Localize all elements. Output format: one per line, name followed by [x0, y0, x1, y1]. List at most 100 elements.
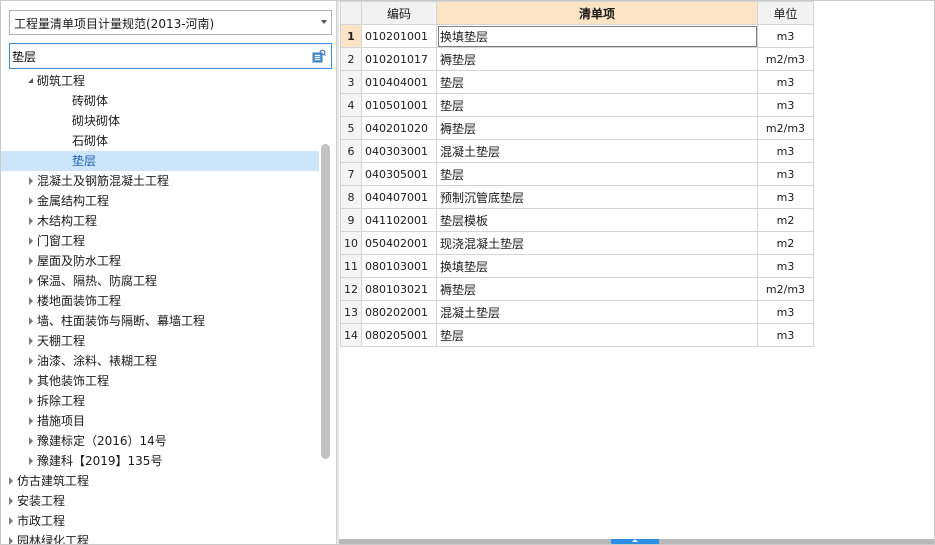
table-row[interactable]: 11 080103001 换填垫层 m3	[340, 254, 814, 278]
item-name-cell[interactable]: 垫层	[436, 70, 758, 94]
unit-cell[interactable]: m3	[757, 300, 814, 324]
expand-arrow-icon[interactable]	[27, 231, 37, 251]
expand-arrow-icon[interactable]	[27, 251, 37, 271]
item-name-cell[interactable]: 预制沉管底垫层	[436, 185, 758, 209]
tree-node[interactable]: 油漆、涂料、裱糊工程	[1, 351, 319, 371]
expand-arrow-icon[interactable]	[27, 431, 37, 451]
tree-node[interactable]: 金属结构工程	[1, 191, 319, 211]
tree-node[interactable]: 市政工程	[1, 511, 319, 531]
unit-cell[interactable]: m2	[757, 208, 814, 232]
code-cell[interactable]: 041102001	[361, 208, 437, 232]
row-number-cell[interactable]: 9	[340, 208, 362, 232]
table-row[interactable]: 9 041102001 垫层模板 m2	[340, 208, 814, 232]
table-row[interactable]: 8 040407001 预制沉管底垫层 m3	[340, 185, 814, 209]
code-cell[interactable]: 010501001	[361, 93, 437, 117]
code-cell[interactable]: 080202001	[361, 300, 437, 324]
unit-cell[interactable]: m3	[757, 139, 814, 163]
expand-arrow-icon[interactable]	[7, 511, 17, 531]
expand-arrow-icon[interactable]	[7, 471, 17, 491]
table-row[interactable]: 6 040303001 混凝土垫层 m3	[340, 139, 814, 163]
item-name-cell[interactable]: 混凝土垫层	[436, 139, 758, 163]
expand-arrow-icon[interactable]	[27, 191, 37, 211]
code-cell[interactable]: 040303001	[361, 139, 437, 163]
table-row[interactable]: 1 010201001 换填垫层 m3	[340, 24, 814, 48]
panel-splitter[interactable]	[336, 1, 339, 544]
code-cell[interactable]: 010404001	[361, 70, 437, 94]
code-cell[interactable]: 080205001	[361, 323, 437, 347]
code-cell[interactable]: 050402001	[361, 231, 437, 255]
tree-node[interactable]: 木结构工程	[1, 211, 319, 231]
expand-arrow-icon[interactable]	[27, 391, 37, 411]
item-name-cell[interactable]: 褥垫层	[436, 277, 758, 301]
tree-node[interactable]: 豫建科【2019】135号	[1, 451, 319, 471]
table-row[interactable]: 2 010201017 褥垫层 m2/m3	[340, 47, 814, 71]
row-number-cell[interactable]: 6	[340, 139, 362, 163]
item-name-cell[interactable]: 褥垫层	[436, 116, 758, 140]
table-row[interactable]: 4 010501001 垫层 m3	[340, 93, 814, 117]
header-unit[interactable]: 单位	[757, 1, 814, 25]
tree-node[interactable]: 门窗工程	[1, 231, 319, 251]
unit-cell[interactable]: m3	[757, 93, 814, 117]
tree-node[interactable]: 天棚工程	[1, 331, 319, 351]
table-row[interactable]: 5 040201020 褥垫层 m2/m3	[340, 116, 814, 140]
unit-cell[interactable]: m2/m3	[757, 277, 814, 301]
expand-arrow-icon[interactable]	[27, 331, 37, 351]
item-name-cell[interactable]: 垫层	[436, 323, 758, 347]
tree-node[interactable]: 安装工程	[1, 491, 319, 511]
row-number-cell[interactable]: 3	[340, 70, 362, 94]
header-code[interactable]: 编码	[361, 1, 437, 25]
table-row[interactable]: 12 080103021 褥垫层 m2/m3	[340, 277, 814, 301]
search-input[interactable]	[12, 46, 302, 66]
unit-cell[interactable]: m2/m3	[757, 116, 814, 140]
tree-node[interactable]: 垫层	[1, 151, 319, 171]
tree-node[interactable]: 豫建标定（2016）14号	[1, 431, 319, 451]
expand-arrow-icon[interactable]	[7, 491, 17, 511]
expand-arrow-icon[interactable]	[27, 211, 37, 231]
tree-node[interactable]: 园林绿化工程	[1, 531, 319, 544]
item-name-cell[interactable]: 垫层	[436, 162, 758, 186]
expand-panel-toggle[interactable]	[611, 539, 659, 544]
row-number-cell[interactable]: 2	[340, 47, 362, 71]
tree-node[interactable]: 其他装饰工程	[1, 371, 319, 391]
item-name-cell[interactable]: 混凝土垫层	[436, 300, 758, 324]
expand-arrow-icon[interactable]	[27, 291, 37, 311]
item-name-cell[interactable]: 褥垫层	[436, 47, 758, 71]
table-row[interactable]: 14 080205001 垫层 m3	[340, 323, 814, 347]
expand-arrow-icon[interactable]	[27, 451, 37, 471]
expand-arrow-icon[interactable]	[27, 371, 37, 391]
table-row[interactable]: 13 080202001 混凝土垫层 m3	[340, 300, 814, 324]
table-row[interactable]: 10 050402001 现浇混凝土垫层 m2	[340, 231, 814, 255]
code-cell[interactable]: 040305001	[361, 162, 437, 186]
code-cell[interactable]: 010201017	[361, 47, 437, 71]
expand-arrow-icon[interactable]	[27, 171, 37, 191]
tree-node[interactable]: 墙、柱面装饰与隔断、幕墙工程	[1, 311, 319, 331]
code-cell[interactable]: 040201020	[361, 116, 437, 140]
row-number-cell[interactable]: 10	[340, 231, 362, 255]
tree-node[interactable]: 措施项目	[1, 411, 319, 431]
table-row[interactable]: 7 040305001 垫层 m3	[340, 162, 814, 186]
tree-node[interactable]: 楼地面装饰工程	[1, 291, 319, 311]
row-number-cell[interactable]: 4	[340, 93, 362, 117]
tree-scrollbar[interactable]	[319, 71, 331, 544]
code-cell[interactable]: 080103021	[361, 277, 437, 301]
chevron-down-icon[interactable]	[321, 20, 327, 24]
unit-cell[interactable]: m3	[757, 254, 814, 278]
item-name-cell[interactable]: 换填垫层	[436, 254, 758, 278]
tree-node[interactable]: 石砌体	[1, 131, 319, 151]
item-name-cell[interactable]: 垫层模板	[436, 208, 758, 232]
tree-node[interactable]: 混凝土及钢筋混凝土工程	[1, 171, 319, 191]
row-number-cell[interactable]: 14	[340, 323, 362, 347]
item-name-cell[interactable]: 现浇混凝土垫层	[436, 231, 758, 255]
row-number-cell[interactable]: 5	[340, 116, 362, 140]
unit-cell[interactable]: m2/m3	[757, 47, 814, 71]
expand-arrow-icon[interactable]	[27, 411, 37, 431]
code-cell[interactable]: 040407001	[361, 185, 437, 209]
collapse-arrow-icon[interactable]	[27, 71, 37, 91]
code-cell[interactable]: 010201001	[361, 24, 437, 48]
row-number-cell[interactable]: 13	[340, 300, 362, 324]
table-row[interactable]: 3 010404001 垫层 m3	[340, 70, 814, 94]
row-number-cell[interactable]: 7	[340, 162, 362, 186]
tree-node[interactable]: 砌块砌体	[1, 111, 319, 131]
row-number-cell[interactable]: 8	[340, 185, 362, 209]
row-number-cell[interactable]: 11	[340, 254, 362, 278]
